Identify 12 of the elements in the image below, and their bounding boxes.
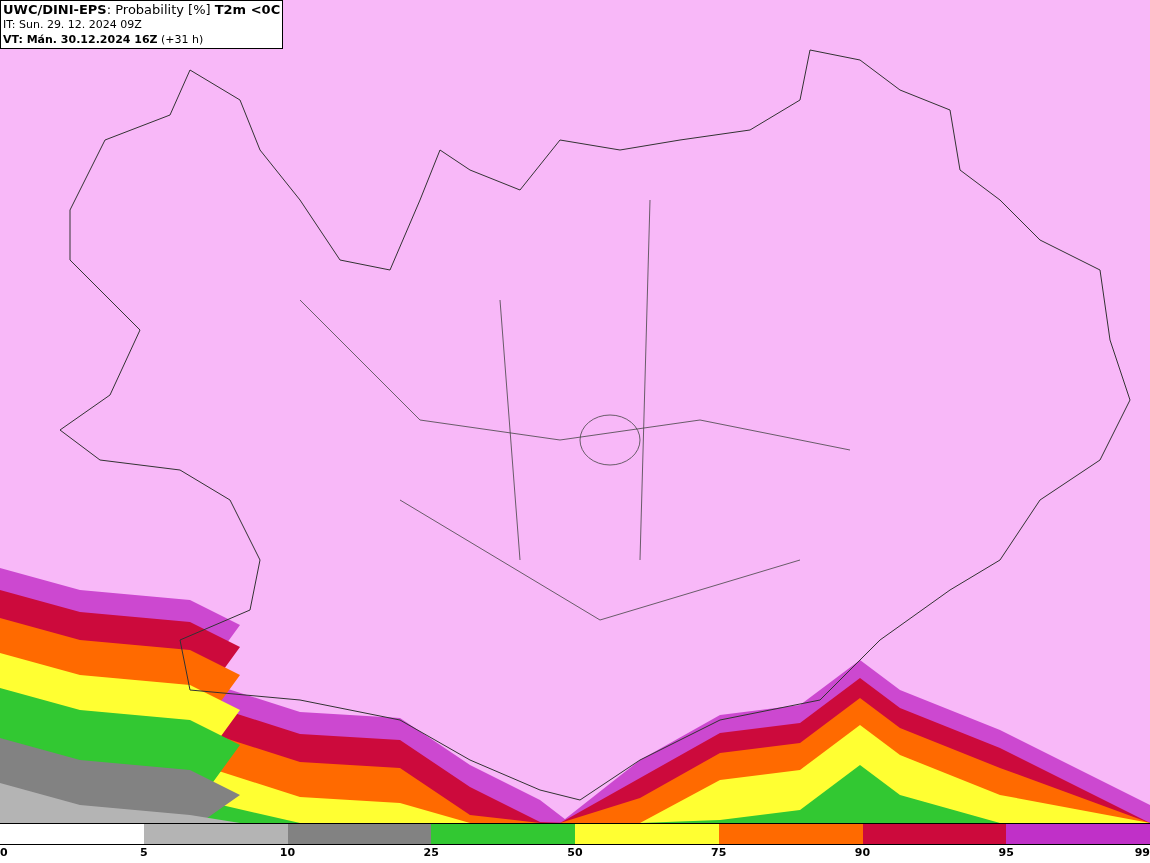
legend-label: 99 xyxy=(1134,845,1150,861)
legend-label: 75 xyxy=(711,845,727,861)
legend-label: 50 xyxy=(567,845,583,861)
legend-label: 95 xyxy=(998,845,1014,861)
legend-label: 25 xyxy=(423,845,439,861)
legend-label: 0 xyxy=(0,845,8,861)
legend-label: 10 xyxy=(279,845,296,861)
title-line: IT: Sun. 29. 12. 2024 09Z xyxy=(3,17,143,32)
legend-label: 5 xyxy=(139,845,148,861)
title-line: VT: Mán. 30.12.2024 16Z (+31 h) xyxy=(3,32,205,47)
title-line: UWC/DINI-EPS: Probability [%] T2m <0C xyxy=(3,2,281,17)
legend-label: 90 xyxy=(854,845,871,861)
